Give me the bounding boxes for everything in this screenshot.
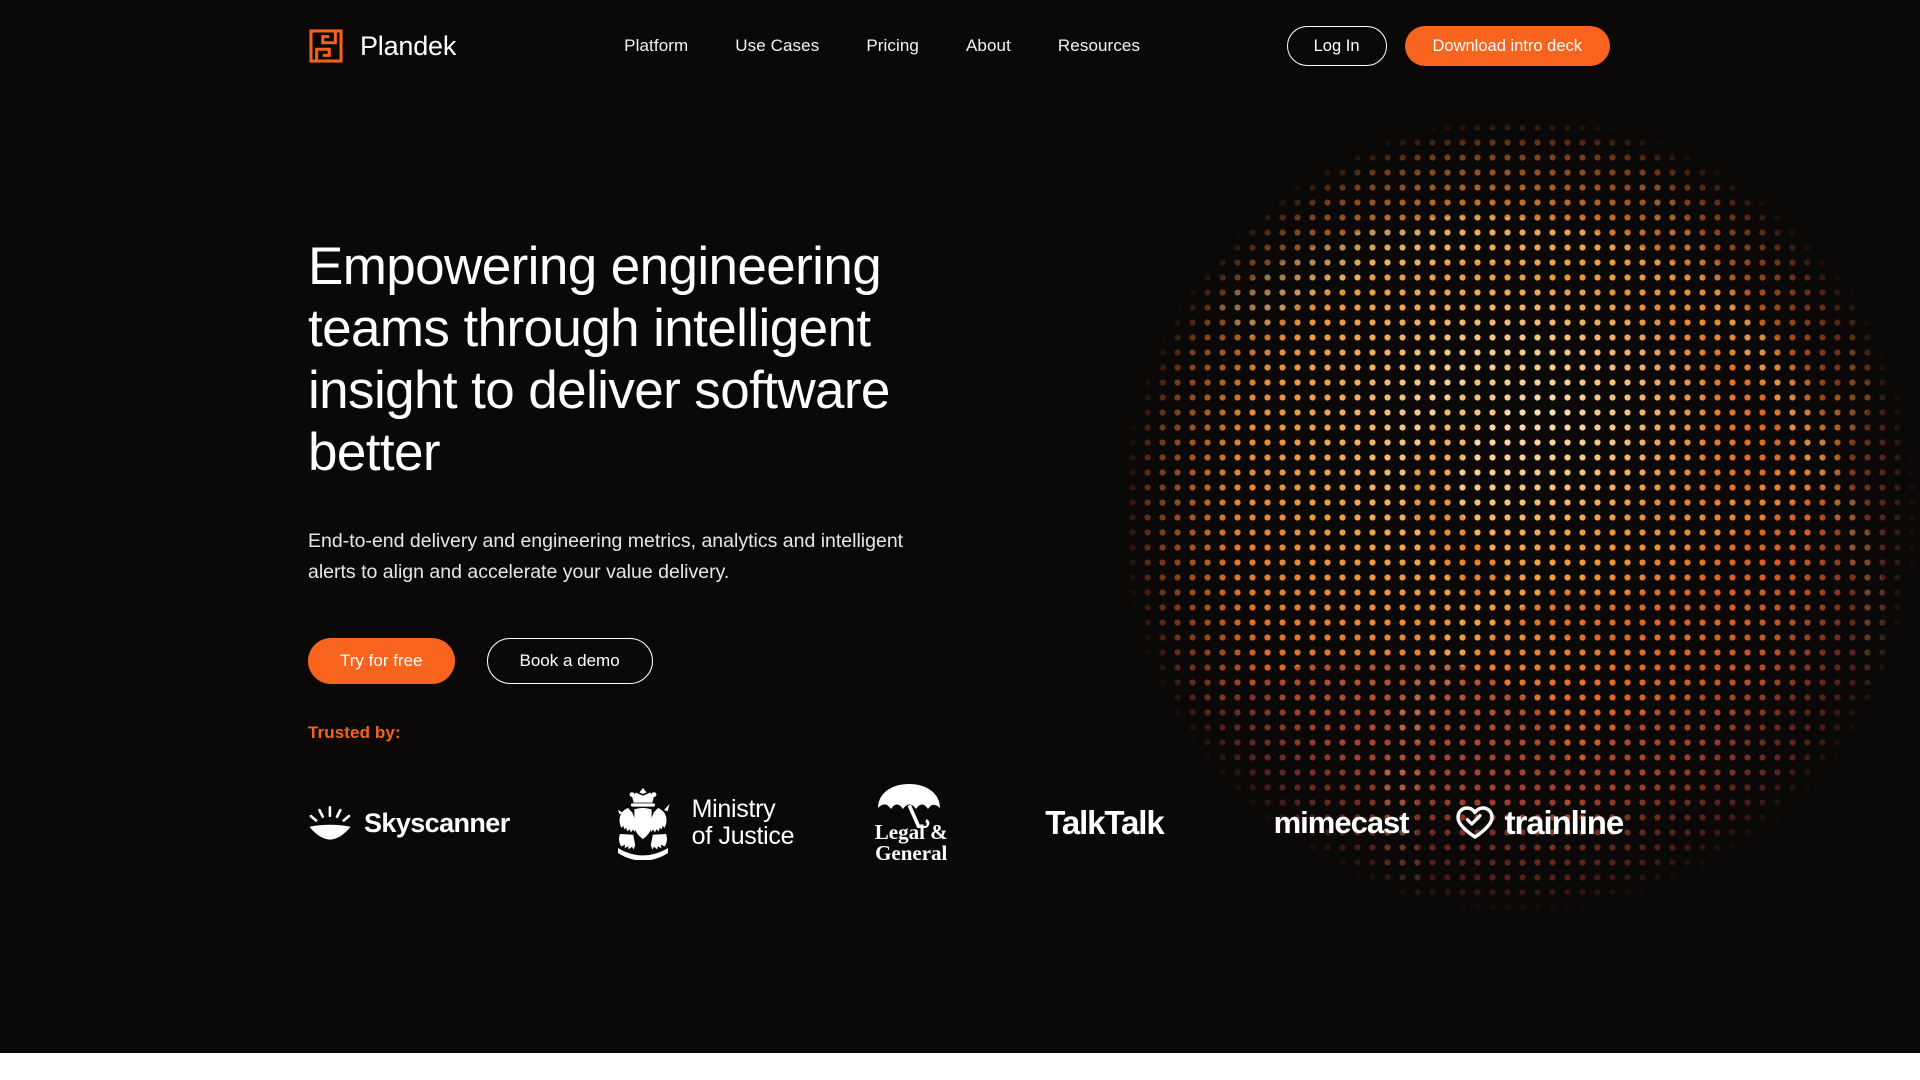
landing-page: Plandek Platform Use Cases Pricing About… xyxy=(0,0,1920,1080)
hero-section: Plandek Platform Use Cases Pricing About… xyxy=(0,0,1920,1053)
legal-general-line1: Legal & xyxy=(874,819,948,844)
heart-icon xyxy=(1455,806,1494,839)
nav-item-about[interactable]: About xyxy=(966,26,1011,66)
royal-crest-icon xyxy=(617,788,670,860)
nav-item-platform[interactable]: Platform xyxy=(624,26,688,66)
download-intro-deck-button[interactable]: Download intro deck xyxy=(1404,26,1610,66)
trainline-wordmark: trainline xyxy=(1504,804,1625,841)
legal-general-line2: General xyxy=(875,841,948,865)
hero-subheadline: End-to-end delivery and engineering metr… xyxy=(308,530,904,583)
nav-item-resources[interactable]: Resources xyxy=(1058,26,1140,66)
hero-content: Empowering engineering teams through int… xyxy=(308,236,948,684)
logo-ministry-of-justice: Ministry of Justice xyxy=(610,786,795,860)
skyscanner-wordmark: Skyscanner xyxy=(364,807,510,838)
logo-talktalk: TalkTalk xyxy=(1045,804,1164,842)
sunburst-icon xyxy=(309,806,351,840)
nav-item-use-cases[interactable]: Use Cases xyxy=(735,26,819,66)
logo-skyscanner: Skyscanner xyxy=(308,806,510,840)
main-nav: Platform Use Cases Pricing About Resourc… xyxy=(624,26,1140,66)
brand-logo-link[interactable]: Plandek xyxy=(308,28,456,64)
logo-mimecast: mimecast xyxy=(1273,805,1410,841)
hero-headline: Empowering engineering teams through int… xyxy=(308,237,890,482)
login-button[interactable]: Log In xyxy=(1286,26,1387,66)
header-inner: Plandek Platform Use Cases Pricing About… xyxy=(0,26,1920,66)
moj-wordmark-line2: of Justice xyxy=(691,822,795,850)
header-actions: Log In Download intro deck xyxy=(1286,26,1610,66)
hero-cta-group: Try for free Book a demo xyxy=(308,637,948,684)
mimecast-wordmark: mimecast xyxy=(1273,805,1410,840)
brand-name: Plandek xyxy=(360,30,457,61)
plandek-logo-icon xyxy=(309,29,343,63)
logo-trainline: trainline xyxy=(1455,804,1625,842)
try-for-free-button[interactable]: Try for free xyxy=(308,637,455,684)
trusted-by-logos: Skyscanner Ministry of Justice Legal & G… xyxy=(308,780,1624,866)
site-header: Plandek Platform Use Cases Pricing About… xyxy=(0,0,1920,92)
talktalk-wordmark: TalkTalk xyxy=(1045,804,1164,841)
legal-general-wordmark: Legal & General xyxy=(874,819,948,865)
logo-legal-and-general: Legal & General xyxy=(872,782,950,865)
moj-wordmark: Ministry of Justice xyxy=(691,794,795,851)
nav-item-pricing[interactable]: Pricing xyxy=(866,26,919,66)
moj-wordmark-line1: Ministry xyxy=(691,794,776,823)
trusted-by-label: Trusted by: xyxy=(308,723,401,742)
book-a-demo-button[interactable]: Book a demo xyxy=(486,637,653,684)
